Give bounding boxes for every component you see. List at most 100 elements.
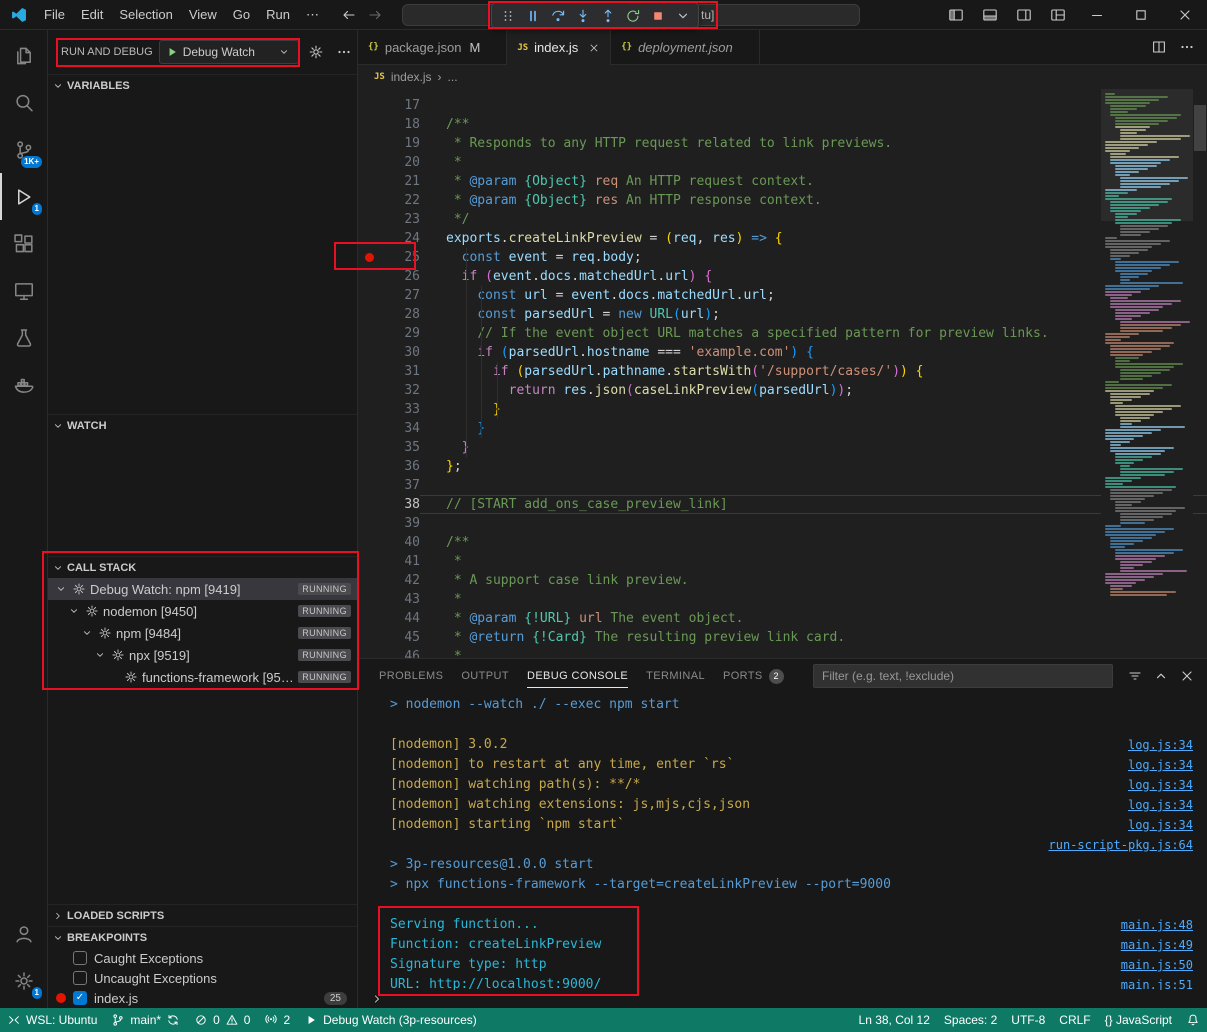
code-text[interactable] (420, 476, 1207, 495)
console-filter-input[interactable] (813, 664, 1113, 688)
code-text[interactable]: * @param {Object} res An HTTP response c… (420, 191, 1207, 210)
breakpoint-gutter[interactable] (358, 134, 380, 153)
back-icon[interactable] (341, 7, 357, 23)
restart-button[interactable] (620, 3, 645, 28)
activitybar-item-remote-explorer[interactable] (0, 267, 47, 314)
more-actions-icon[interactable] (1179, 39, 1195, 55)
code-text[interactable]: * @param {Object} req An HTTP request co… (420, 172, 1207, 191)
close-window-button[interactable] (1163, 0, 1207, 29)
tab-deployment.json[interactable]: {}deployment.json (611, 30, 760, 64)
breakpoint-gutter[interactable] (358, 628, 380, 647)
breakpoint-gutter[interactable] (358, 115, 380, 134)
source-link[interactable]: main.js:50 (1121, 955, 1193, 975)
panel-tab-problems[interactable]: PROBLEMS (370, 659, 452, 693)
menu-run[interactable]: Run (258, 4, 298, 26)
chevron-down-icon[interactable] (80, 627, 94, 639)
more-actions-icon[interactable] (333, 44, 355, 60)
breakpoint-gutter[interactable] (358, 172, 380, 191)
activitybar-item-testing[interactable] (0, 314, 47, 361)
breakpoint-row[interactable]: Uncaught Exceptions (48, 968, 357, 988)
section-loaded-scripts[interactable]: LOADED SCRIPTS (48, 904, 357, 926)
panel-tab-terminal[interactable]: TERMINAL (637, 659, 714, 693)
statusbar-remote-indicator[interactable]: WSL: Ubuntu (0, 1008, 104, 1032)
breakpoint-gutter[interactable] (358, 153, 380, 172)
breakpoint-gutter[interactable] (358, 514, 380, 533)
code-text[interactable]: * (420, 590, 1207, 609)
code-text[interactable]: if (parsedUrl.hostname === 'example.com'… (420, 343, 1207, 362)
debug-console-input[interactable] (358, 990, 1207, 1008)
source-link[interactable]: main.js:48 (1121, 915, 1193, 935)
chevron-down-icon[interactable] (93, 649, 107, 661)
checkbox[interactable] (73, 951, 87, 965)
activitybar-item-extensions[interactable] (0, 220, 47, 267)
breakpoint-gutter[interactable] (358, 96, 380, 115)
debug-session-dropdown[interactable] (670, 3, 695, 28)
breakpoint-gutter[interactable] (358, 533, 380, 552)
breakpoint-gutter[interactable] (358, 609, 380, 628)
activitybar-item-source-control[interactable]: 1K+ (0, 126, 47, 173)
launch-config-dropdown[interactable]: Debug Watch (159, 40, 299, 64)
source-link[interactable]: log.js:34 (1128, 735, 1193, 755)
chevron-down-icon[interactable] (67, 605, 81, 617)
statusbar-language-mode[interactable]: {} JavaScript (1098, 1008, 1179, 1032)
code-text[interactable]: * (420, 552, 1207, 571)
maximize-panel-button[interactable] (1153, 668, 1169, 684)
breakpoint-gutter[interactable] (358, 457, 380, 476)
statusbar-notifications-bell[interactable] (1179, 1008, 1207, 1032)
callstack-row[interactable]: npm [9484]RUNNING (48, 622, 357, 644)
breakpoint-gutter[interactable] (358, 343, 380, 362)
statusbar-problems[interactable]: 00 (187, 1008, 257, 1032)
breakpoint-gutter[interactable] (358, 495, 380, 514)
checkbox[interactable]: ✓ (73, 991, 87, 1005)
statusbar-encoding[interactable]: UTF-8 (1004, 1008, 1052, 1032)
section-call-stack[interactable]: CALL STACK (48, 556, 357, 578)
close-panel-button[interactable] (1179, 668, 1195, 684)
statusbar-cursor-position[interactable]: Ln 38, Col 12 (852, 1008, 937, 1032)
tab-index.js[interactable]: JSindex.js (507, 30, 611, 65)
breakpoint-gutter[interactable] (358, 438, 380, 457)
maximize-button[interactable] (1119, 0, 1163, 29)
breakpoint-row[interactable]: Caught Exceptions (48, 948, 357, 968)
breakpoint-gutter[interactable] (358, 400, 380, 419)
code-text[interactable]: /** (420, 533, 1207, 552)
minimap[interactable] (1101, 89, 1193, 658)
section-variables[interactable]: VARIABLES (48, 74, 357, 96)
menu-view[interactable]: View (181, 4, 225, 26)
breakpoint-gutter[interactable] (358, 381, 380, 400)
code-text[interactable] (420, 514, 1207, 533)
code-text[interactable]: * (420, 647, 1207, 658)
code-text[interactable]: const event = req.body; (420, 248, 1207, 267)
minimize-button[interactable] (1075, 0, 1119, 29)
code-text[interactable]: if (parsedUrl.pathname.startsWith('/supp… (420, 362, 1207, 381)
breakpoint-gutter[interactable] (358, 552, 380, 571)
activitybar-item-explorer[interactable] (0, 32, 47, 79)
console-options-button[interactable] (1127, 668, 1143, 684)
toggle-primary-sidebar-button[interactable] (939, 0, 973, 29)
code-text[interactable]: */ (420, 210, 1207, 229)
section-breakpoints[interactable]: BREAKPOINTS (48, 926, 357, 948)
activitybar-item-search[interactable] (0, 79, 47, 126)
breadcrumb-file[interactable]: index.js (391, 70, 432, 84)
breakpoint-gutter[interactable] (358, 362, 380, 381)
breakpoint-gutter[interactable] (358, 210, 380, 229)
callstack-row[interactable]: npx [9519]RUNNING (48, 644, 357, 666)
menu-more[interactable]: ⋯ (298, 4, 327, 26)
statusbar-debug-session[interactable]: Debug Watch (3p-resources) (297, 1008, 484, 1032)
source-link[interactable]: main.js:49 (1121, 935, 1193, 955)
breakpoint-icon[interactable] (365, 253, 374, 262)
chevron-down-icon[interactable] (54, 583, 68, 595)
code-text[interactable]: * A support case link preview. (420, 571, 1207, 590)
source-link[interactable]: log.js:34 (1128, 795, 1193, 815)
activitybar-item-settings[interactable]: 1 (0, 957, 47, 1004)
code-text[interactable]: } (420, 438, 1207, 457)
forward-icon[interactable] (367, 7, 383, 23)
step-out-button[interactable] (595, 3, 620, 28)
breakpoint-gutter[interactable] (358, 305, 380, 324)
code-text[interactable] (420, 96, 1207, 115)
breakpoint-gutter[interactable] (358, 647, 380, 658)
breakpoint-gutter[interactable] (358, 571, 380, 590)
code-text[interactable]: * Responds to any HTTP request related t… (420, 134, 1207, 153)
breakpoint-gutter[interactable] (358, 476, 380, 495)
activitybar-item-docker[interactable] (0, 361, 47, 408)
breakpoint-gutter[interactable] (358, 229, 380, 248)
